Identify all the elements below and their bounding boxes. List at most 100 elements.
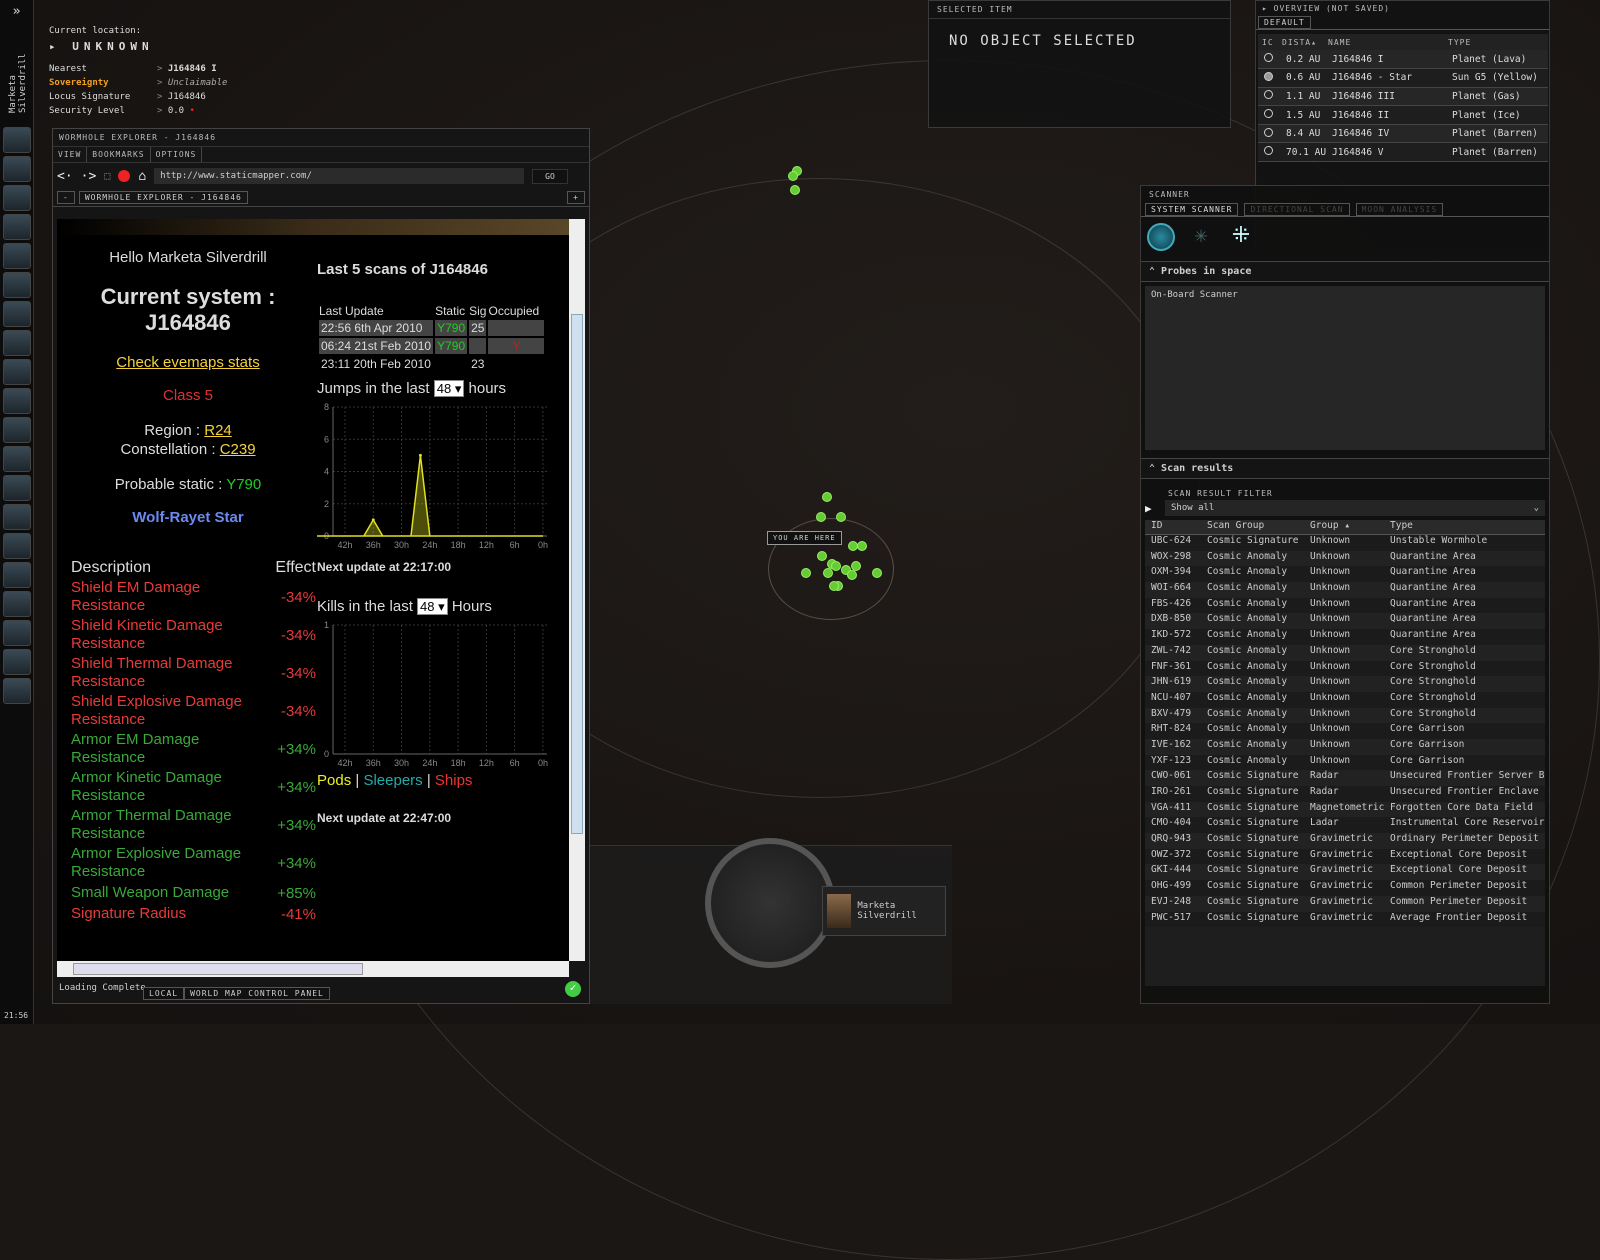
agents-icon[interactable] [3, 678, 31, 704]
tab-directional-scan[interactable]: DIRECTIONAL SCAN [1244, 203, 1350, 216]
help-audio-icon[interactable] [3, 620, 31, 646]
character-icon[interactable] [3, 156, 31, 182]
mail-icon[interactable] [3, 185, 31, 211]
scan-result-row[interactable]: WOI-664 Cosmic Anomaly Unknown Quarantine A… [1145, 582, 1545, 598]
filter-toggle-icon[interactable]: ▶ [1145, 502, 1165, 515]
menu-bookmarks[interactable]: BOOKMARKS [87, 147, 151, 162]
scan-result-row[interactable]: FNF-361 Cosmic Anomaly Unknown Core Strongh… [1145, 660, 1545, 677]
scan-result-marker[interactable] [823, 568, 833, 578]
scan-result-row[interactable]: PWC-517 Cosmic Signature Gravimetric Averag… [1145, 911, 1545, 928]
tab-default[interactable]: DEFAULT [1258, 16, 1311, 29]
science-icon[interactable] [3, 562, 31, 588]
map-icon[interactable] [3, 359, 31, 385]
scan-result-row[interactable]: RHT-824 Cosmic Anomaly Unknown Core Garriso… [1145, 723, 1545, 739]
evemaps-link[interactable]: Check evemaps stats [116, 354, 259, 371]
analyze-icon[interactable] [1147, 223, 1175, 251]
probe-item[interactable]: On-Board Scanner [1151, 290, 1238, 300]
col-type[interactable]: TYPE [1448, 34, 1548, 50]
scan-result-marker[interactable] [822, 492, 832, 502]
scan-result-marker[interactable] [790, 185, 800, 195]
vertical-scroll-thumb[interactable] [571, 314, 583, 834]
forward-icon[interactable]: ·> [81, 169, 97, 184]
col-type[interactable]: Type [1384, 520, 1545, 534]
market-icon[interactable] [3, 272, 31, 298]
probes-in-space-header[interactable]: ⌃ Probes in space [1141, 261, 1549, 282]
notepad-icon[interactable] [3, 243, 31, 269]
ship-icon[interactable] [3, 127, 31, 153]
menu-options[interactable]: OPTIONS [151, 147, 203, 162]
location-value[interactable]: J164846 I [168, 64, 217, 74]
scan-result-row[interactable]: CWO-061 Cosmic Signature Radar Unsecured Fr… [1145, 770, 1545, 786]
horizontal-scroll-thumb[interactable] [73, 963, 363, 975]
help-icon[interactable] [3, 649, 31, 675]
expand-icon[interactable]: » [0, 0, 33, 19]
scan-result-row[interactable]: YXF-123 Cosmic Anomaly Unknown Core Garriso… [1145, 754, 1545, 771]
col-scan-group[interactable]: Scan Group [1201, 520, 1304, 534]
journal-icon[interactable] [3, 591, 31, 617]
scan-result-marker[interactable] [857, 541, 867, 551]
tab-system-scanner[interactable]: SYSTEM SCANNER [1145, 203, 1239, 216]
col-icon[interactable]: IC [1258, 34, 1282, 50]
region-link[interactable]: R24 [204, 422, 232, 439]
fitting-icon[interactable] [3, 214, 31, 240]
scan-results-header[interactable]: ⌃ Scan results [1141, 458, 1549, 479]
scan-result-row[interactable]: GKI-444 Cosmic Signature Gravimetric Except… [1145, 864, 1545, 881]
scan-result-row[interactable]: WOX-298 Cosmic Anomaly Unknown Quarantine A… [1145, 550, 1545, 567]
col-name[interactable]: NAME [1328, 34, 1448, 50]
stop-icon[interactable] [118, 170, 131, 182]
industry-icon[interactable] [3, 301, 31, 327]
col-id[interactable]: ID [1145, 520, 1201, 534]
scan-result-marker[interactable] [788, 171, 798, 181]
menu-view[interactable]: VIEW [53, 147, 88, 162]
system-name[interactable]: ▸ UNKNOWN [49, 40, 227, 54]
select-icon[interactable]: ⬚ [104, 171, 110, 182]
scan-result-row[interactable]: FBS-426 Cosmic Anomaly Unknown Quarantine A… [1145, 597, 1545, 614]
assets-icon[interactable] [3, 417, 31, 443]
scan-result-row[interactable]: BXV-479 Cosmic Anomaly Unknown Core Strongh… [1145, 707, 1545, 724]
collapse-tab-icon[interactable]: - [57, 191, 75, 204]
people-icon[interactable] [3, 446, 31, 472]
constellation-link[interactable]: C239 [220, 441, 256, 458]
scan-result-marker[interactable] [848, 541, 858, 551]
scan-result-row[interactable]: IKD-572 Cosmic Anomaly Unknown Quarantine A… [1145, 629, 1545, 645]
scan-result-row[interactable]: OHG-499 Cosmic Signature Gravimetric Common… [1145, 880, 1545, 896]
scan-result-row[interactable]: DXB-850 Cosmic Anomaly Unknown Quarantine A… [1145, 613, 1545, 630]
scan-result-row[interactable]: OXM-394 Cosmic Anomaly Unknown Quarantine A… [1145, 566, 1545, 583]
col-group[interactable]: Group ▴ [1304, 520, 1384, 534]
scan-result-row[interactable]: IVE-162 Cosmic Anomaly Unknown Core Garriso… [1145, 738, 1545, 755]
home-icon[interactable]: ⌂ [138, 169, 146, 184]
overview-row[interactable]: 1.1 AU J164846 III Planet (Gas) [1258, 87, 1548, 106]
scan-result-row[interactable]: JHN-619 Cosmic Anomaly Unknown Core Strongh… [1145, 676, 1545, 692]
calculator-icon[interactable] [3, 533, 31, 559]
wallet-icon[interactable] [3, 504, 31, 530]
scan-result-marker[interactable] [817, 551, 827, 561]
scan-result-marker[interactable] [872, 568, 882, 578]
scan-result-marker[interactable] [836, 512, 846, 522]
horizontal-scrollbar[interactable] [57, 961, 569, 977]
spread-probes-icon[interactable]: ⁜ [1227, 223, 1255, 251]
filter-select[interactable]: Show all ⌄ [1165, 500, 1545, 516]
url-input[interactable]: http://www.staticmapper.com/ [154, 168, 525, 184]
pilot-portrait-box[interactable]: Marketa Silverdrill [822, 886, 946, 936]
scan-result-row[interactable]: QRQ-943 Cosmic Signature Gravimetric Ordina… [1145, 833, 1545, 849]
character-name[interactable]: Marketa Silverdrill [8, 33, 28, 113]
scan-result-row[interactable]: VGA-411 Cosmic Signature Magnetometric Forg… [1145, 801, 1545, 818]
tab-moon-analysis[interactable]: MOON ANALYSIS [1355, 203, 1444, 216]
overview-row[interactable]: 8.4 AU J164846 IV Planet (Barren) [1258, 124, 1548, 143]
fleet-icon[interactable] [3, 475, 31, 501]
contracts-icon[interactable] [3, 330, 31, 356]
corporation-icon[interactable] [3, 388, 31, 414]
scan-result-row[interactable]: IRO-261 Cosmic Signature Radar Unsecured Fr… [1145, 786, 1545, 802]
scan-result-marker[interactable] [847, 570, 857, 580]
browser-tab[interactable]: WORMHOLE EXPLORER - J164846 [78, 191, 248, 204]
overview-row[interactable]: 70.1 AU J164846 V Planet (Barren) [1258, 142, 1548, 162]
go-button[interactable]: GO [532, 168, 568, 184]
scan-result-row[interactable]: CMO-404 Cosmic Signature Ladar Instrumental… [1145, 817, 1545, 834]
scan-result-row[interactable]: NCU-407 Cosmic Anomaly Unknown Core Strongh… [1145, 691, 1545, 708]
recover-probes-icon[interactable]: ✳ [1187, 223, 1215, 251]
col-distance[interactable]: DISTA▴ [1282, 34, 1328, 50]
overview-row[interactable]: 0.6 AU J164846 - Star Sun G5 (Yellow) [1258, 68, 1548, 88]
back-icon[interactable]: <· [57, 169, 73, 184]
scan-result-marker[interactable] [816, 512, 826, 522]
vertical-scrollbar[interactable] [569, 219, 585, 961]
